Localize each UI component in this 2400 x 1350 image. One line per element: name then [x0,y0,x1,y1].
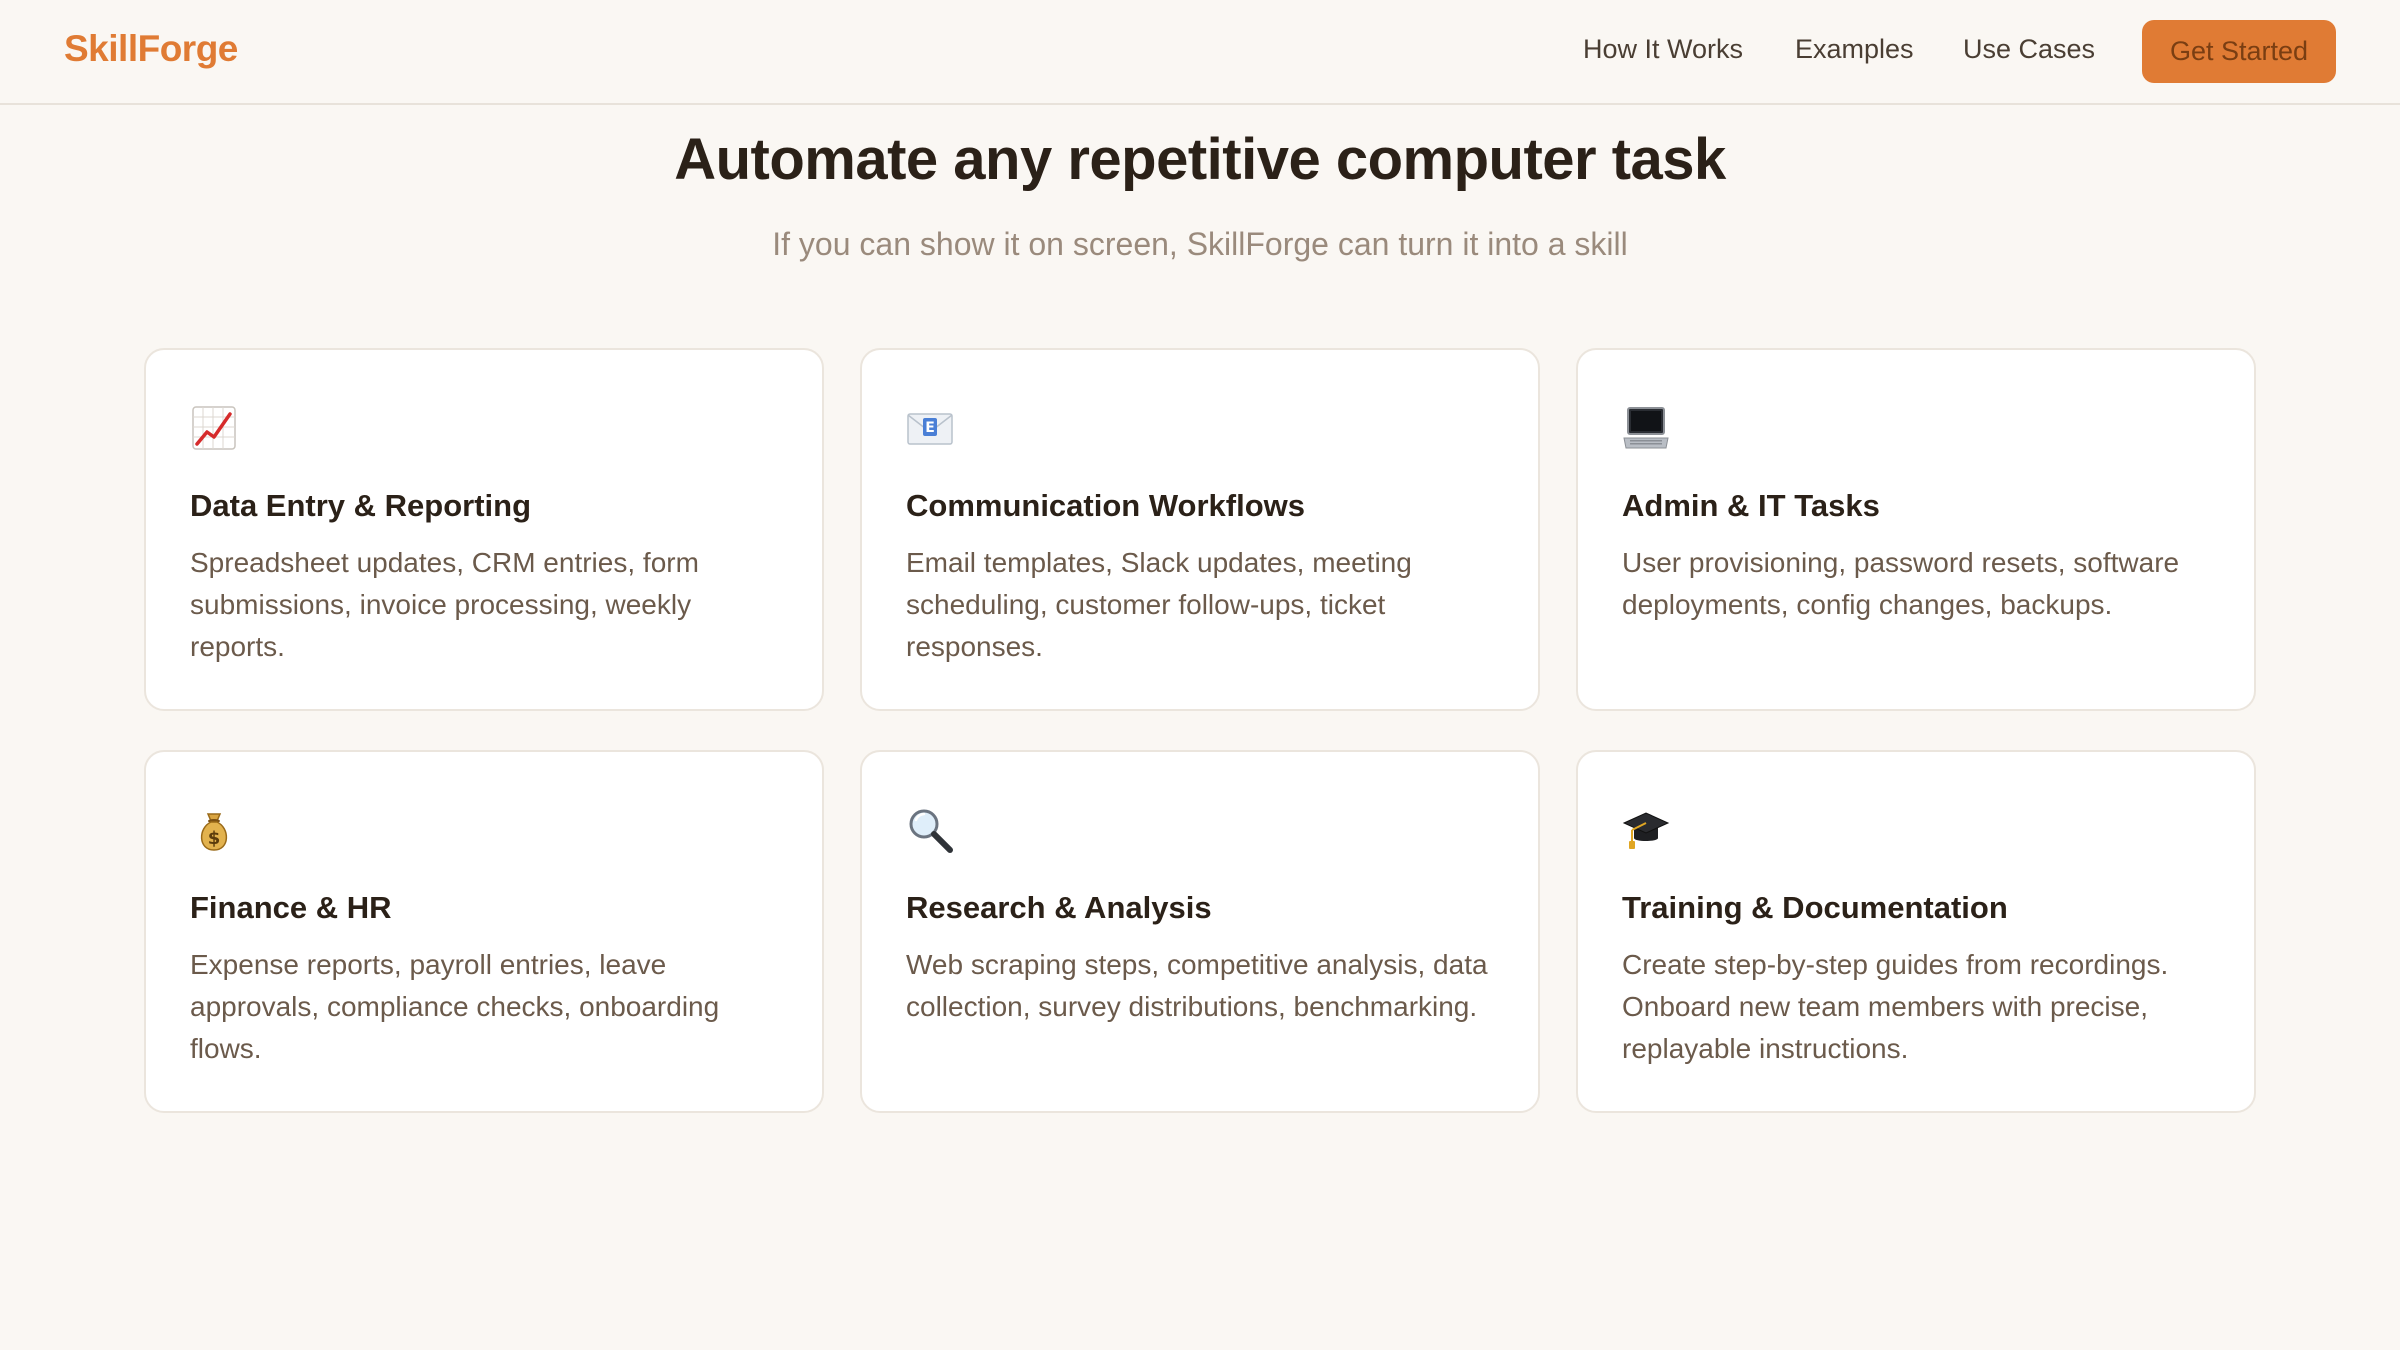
chart-increasing-icon [190,404,238,452]
svg-text:$: $ [208,828,221,849]
card-title: Training & Documentation [1622,890,2008,925]
card-title: Admin & IT Tasks [1622,488,1880,523]
card-title: Finance & HR [190,890,392,925]
use-case-card-training: Training & Documentation Create step-by-… [1576,750,2256,1113]
card-description: Web scraping steps, competitive analysis… [906,949,1488,1022]
card-description: User provisioning, password resets, soft… [1622,547,2180,620]
get-started-button[interactable]: Get Started [2142,20,2336,83]
navbar: SkillForge How It Works Examples Use Cas… [0,0,2400,105]
use-case-card-communication: E Communication Workflows Email template… [860,348,1540,711]
hero-subtitle: If you can show it on screen, SkillForge… [772,226,1628,262]
nav-how-it-works[interactable]: How It Works [1583,34,1743,65]
card-description: Create step-by-step guides from recordin… [1622,949,2169,1064]
email-envelope-icon: E [906,404,954,452]
use-case-card-research: Research & Analysis Web scraping steps, … [860,750,1540,1113]
magnifying-glass-icon [906,806,954,854]
hero-title: Automate any repetitive computer task [674,127,1726,192]
card-title: Research & Analysis [906,890,1212,925]
brand-logo[interactable]: SkillForge [64,28,238,70]
svg-text:E: E [925,420,935,436]
card-description: Expense reports, payroll entries, leave … [190,949,720,1064]
money-bag-icon: $ [190,806,238,854]
card-description: Spreadsheet updates, CRM entries, form s… [190,547,699,662]
nav-examples[interactable]: Examples [1795,34,1914,65]
nav-use-cases[interactable]: Use Cases [1963,34,2095,65]
use-case-card-admin-it: Admin & IT Tasks User provisioning, pass… [1576,348,2256,711]
graduation-cap-icon [1622,806,1670,854]
laptop-icon [1622,404,1670,452]
card-title: Data Entry & Reporting [190,488,532,523]
use-case-card-finance-hr: $ Finance & HR Expense reports, payroll … [144,750,824,1113]
use-case-card-data-entry: Data Entry & Reporting Spreadsheet updat… [144,348,824,711]
card-title: Communication Workflows [906,488,1306,523]
card-description: Email templates, Slack updates, meeting … [906,547,1412,662]
